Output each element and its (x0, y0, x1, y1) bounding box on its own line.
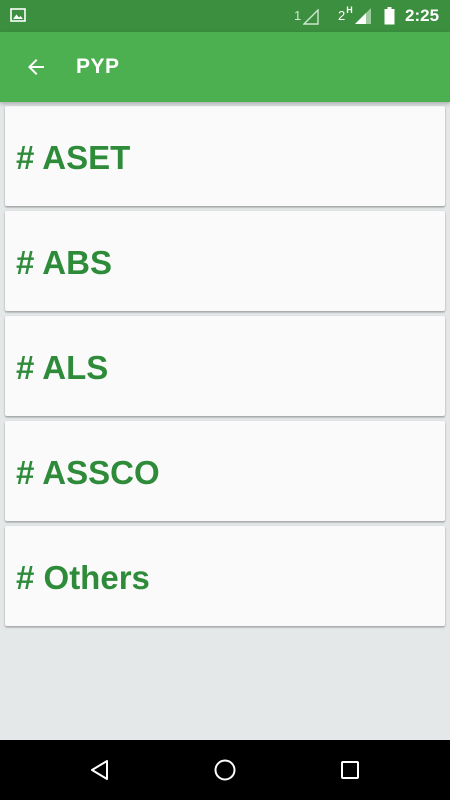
nav-recents-button[interactable] (335, 755, 365, 785)
arrow-left-icon (28, 59, 44, 75)
battery-icon (384, 7, 395, 25)
back-button[interactable] (14, 45, 58, 89)
list-item-als[interactable]: # ALS (5, 316, 445, 416)
nav-home-button[interactable] (210, 755, 240, 785)
home-circle-icon (214, 759, 236, 781)
list-item-label: # ASET (16, 139, 131, 176)
status-bar: 1 2 H 2:25 (0, 0, 450, 32)
sim1-label: 1 (294, 8, 302, 23)
app-bar: PYP (0, 32, 450, 102)
page-title: PYP (76, 55, 120, 78)
screen: 1 2 H 2:25 PYP # ASET # ABS # ALS # ASSC… (0, 0, 450, 800)
list-item-label: # Others (16, 559, 150, 596)
list-item-abs[interactable]: # ABS (5, 211, 445, 311)
signal-sim2-icon (354, 8, 371, 24)
status-time: 2:25 (405, 6, 440, 25)
nav-back-button[interactable] (85, 755, 115, 785)
sim1-signal: 1 (294, 7, 319, 25)
image-notification-icon (10, 8, 26, 22)
list-item-label: # ALS (16, 349, 109, 386)
back-triangle-icon (91, 760, 108, 780)
sim2-signal: 2 H (338, 5, 372, 25)
list-item-label: # ABS (16, 244, 112, 281)
sim2-label: 2 (338, 8, 346, 23)
sim2-network-type: H (346, 5, 353, 15)
list-item-others[interactable]: # Others (5, 526, 445, 626)
system-nav-bar (0, 740, 450, 800)
recents-square-icon (341, 761, 359, 779)
list-item-label: # ASSCO (16, 454, 160, 491)
list-item-aset[interactable]: # ASET (5, 106, 445, 206)
category-list: # ASET # ABS # ALS # ASSCO # Others (5, 106, 445, 631)
list-item-assco[interactable]: # ASSCO (5, 421, 445, 521)
signal-sim1-icon (303, 9, 319, 25)
